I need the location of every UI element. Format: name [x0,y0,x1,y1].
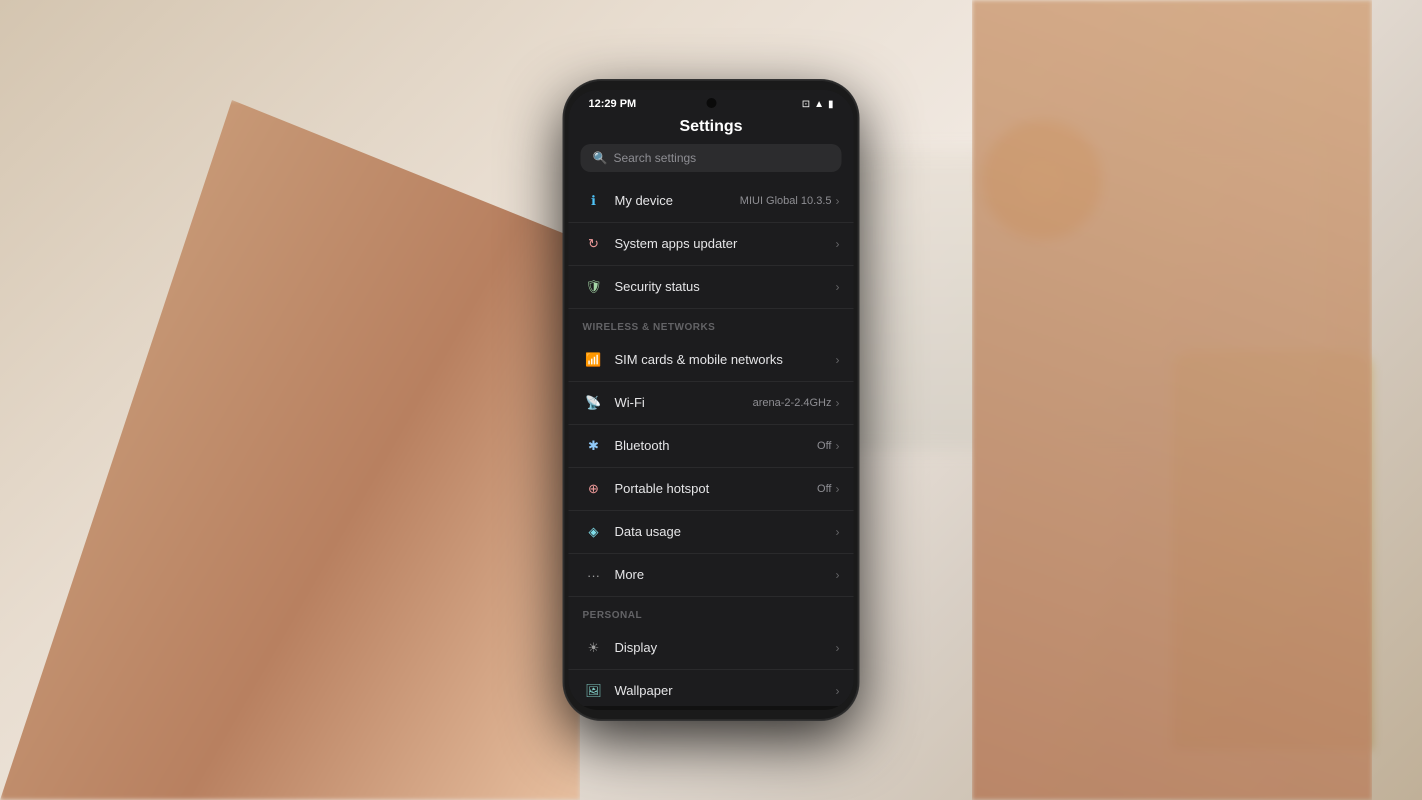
bt-chevron: › [836,439,840,453]
sim-chevron: › [836,353,840,367]
status-icons: ⊡ ▲ ▮ [802,99,834,110]
volume-up-button [564,230,565,275]
settings-item-sim[interactable]: 📶 SIM cards & mobile networks › [569,339,854,382]
display-right: › [836,641,840,655]
more-chevron: › [836,568,840,582]
item-content-wallpaper: Wallpaper [615,682,836,700]
status-time: 12:29 PM [589,98,637,110]
hotspot-value: Off [817,483,831,495]
item-content-system: System apps updater [615,235,836,253]
update-icon: ↻ [583,233,605,255]
screenshot-icon: ⊡ [802,99,810,110]
item-content-sim: SIM cards & mobile networks [615,351,836,369]
system-right: › [836,237,840,251]
wifi-chevron: › [836,396,840,410]
settings-item-security[interactable]: 🛡 Security status › [569,266,854,309]
item-content-bt: Bluetooth [615,437,818,455]
wallpaper-label: Wallpaper [615,683,673,698]
settings-item-wifi[interactable]: 📡 Wi-Fi arena-2-2.4GHz › [569,382,854,425]
bluetooth-icon: ✱ [583,435,605,457]
settings-title: Settings [569,114,854,144]
hotspot-label: Portable hotspot [615,481,710,496]
settings-list: ℹ My device MIUI Global 10.3.5 › ↻ [569,180,854,706]
item-content-security: Security status [615,278,836,296]
data-right: › [836,525,840,539]
search-placeholder: Search settings [613,151,696,165]
settings-item-bluetooth[interactable]: ✱ Bluetooth Off › [569,425,854,468]
data-label: Data usage [615,524,682,539]
wifi-right: arena-2-2.4GHz › [753,396,840,410]
search-bar[interactable]: 🔍 Search settings [581,144,842,172]
display-icon: ☀ [583,637,605,659]
wireless-section-label: WIRELESS & NETWORKS [583,322,716,333]
settings-item-hotspot[interactable]: ⊕ Portable hotspot Off › [569,468,854,511]
wifi-status-icon: ▲ [814,99,824,110]
more-icon: ··· [583,564,605,586]
settings-item-system-apps[interactable]: ↻ System apps updater › [569,223,854,266]
more-right: › [836,568,840,582]
item-content-data: Data usage [615,523,836,541]
phone-screen: 12:29 PM ⊡ ▲ ▮ Settings 🔍 Search setting… [569,90,854,710]
device-label: My device [615,193,674,208]
wallpaper-right: › [836,684,840,698]
hotspot-icon: ⊕ [583,478,605,500]
data-chevron: › [836,525,840,539]
item-content-more: More [615,566,836,584]
personal-section-header: PERSONAL [569,597,854,627]
phone-wrapper: 12:29 PM ⊡ ▲ ▮ Settings 🔍 Search setting… [564,80,859,720]
device-icon: ℹ [583,190,605,212]
settings-item-my-device[interactable]: ℹ My device MIUI Global 10.3.5 › [569,180,854,223]
wallpaper-icon: 🖼 [583,680,605,702]
search-icon: 🔍 [593,151,608,165]
security-label: Security status [615,279,700,294]
item-content-hotspot: Portable hotspot [615,480,818,498]
wifi-icon: 📡 [583,392,605,414]
data-usage-icon: ◈ [583,521,605,543]
mute-button [564,190,565,220]
item-content-device: My device [615,192,740,210]
phone-bottom: Redmi [569,706,854,710]
wifi-value: arena-2-2.4GHz [753,397,832,409]
hotspot-chevron: › [836,482,840,496]
more-label: More [615,567,645,582]
display-chevron: › [836,641,840,655]
power-button [858,210,859,260]
system-label: System apps updater [615,236,738,251]
phone: 12:29 PM ⊡ ▲ ▮ Settings 🔍 Search setting… [564,80,859,720]
device-chevron: › [836,194,840,208]
camera-notch [706,98,716,108]
sim-label: SIM cards & mobile networks [615,352,783,367]
hand-left [0,100,580,800]
settings-screen: Settings 🔍 Search settings ℹ My device [569,114,854,710]
volume-down-button [564,285,565,330]
wireless-section-header: WIRELESS & NETWORKS [569,309,854,339]
sim-icon: 📶 [583,349,605,371]
security-chevron: › [836,280,840,294]
settings-item-data-usage[interactable]: ◈ Data usage › [569,511,854,554]
bt-right: Off › [817,439,839,453]
display-label: Display [615,640,658,655]
bt-value: Off [817,440,831,452]
battery-icon: ▮ [828,99,834,110]
hotspot-right: Off › [817,482,839,496]
settings-item-more[interactable]: ··· More › [569,554,854,597]
security-right: › [836,280,840,294]
device-right: MIUI Global 10.3.5 › [740,194,840,208]
device-value: MIUI Global 10.3.5 [740,195,832,207]
personal-section-label: PERSONAL [583,610,643,621]
bt-label: Bluetooth [615,438,670,453]
wallpaper-chevron: › [836,684,840,698]
system-chevron: › [836,237,840,251]
wifi-label: Wi-Fi [615,395,645,410]
item-content-wifi: Wi-Fi [615,394,753,412]
settings-item-wallpaper[interactable]: 🖼 Wallpaper › [569,670,854,706]
item-content-display: Display [615,639,836,657]
hand-right [972,0,1372,800]
settings-item-display[interactable]: ☀ Display › [569,627,854,670]
security-icon: 🛡 [583,276,605,298]
sim-right: › [836,353,840,367]
